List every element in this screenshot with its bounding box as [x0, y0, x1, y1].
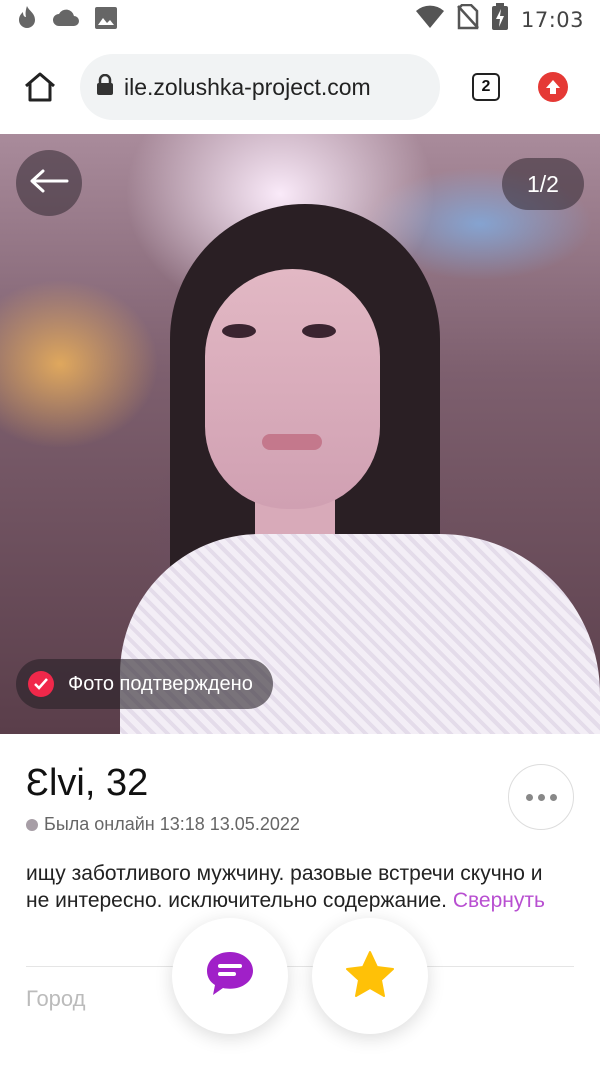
collapse-link[interactable]: Свернуть	[453, 889, 545, 912]
lock-icon	[96, 73, 114, 101]
photo-verified-badge: Фото подтверждено	[16, 659, 273, 709]
status-bar: 17:03	[0, 0, 600, 40]
verified-label: Фото подтверждено	[68, 672, 253, 695]
tab-count: 2	[481, 78, 491, 95]
profile-photo[interactable]	[0, 134, 600, 734]
tab-switcher-button[interactable]: 2	[472, 73, 500, 101]
favorite-button[interactable]	[312, 918, 428, 1034]
arrow-left-icon	[29, 169, 69, 198]
browser-toolbar: ile.zolushka-project.com 2	[0, 40, 600, 134]
url-text: ile.zolushka-project.com	[124, 73, 371, 100]
no-sim-icon	[457, 3, 479, 36]
more-options-button[interactable]	[508, 764, 574, 830]
online-status: Была онлайн 13:18 13.05.2022	[26, 814, 300, 835]
back-button[interactable]	[16, 150, 82, 216]
battery-charging-icon	[491, 3, 509, 37]
city-label: Город	[26, 986, 86, 1011]
chat-bubble-icon	[205, 950, 255, 1003]
star-icon	[345, 950, 395, 1003]
wifi-icon	[415, 5, 445, 35]
more-dots-icon	[525, 793, 533, 801]
photo-counter: 1/2	[502, 158, 584, 210]
image-icon	[94, 6, 118, 35]
update-icon[interactable]	[538, 72, 568, 102]
flame-icon	[16, 5, 38, 36]
address-bar[interactable]: ile.zolushka-project.com	[80, 54, 440, 120]
divider	[26, 966, 574, 967]
about-text: ищу заботливого мужчину. разовые встречи…	[26, 860, 546, 914]
home-icon[interactable]	[22, 69, 58, 105]
message-button[interactable]	[172, 918, 288, 1034]
clock: 17:03	[520, 8, 584, 32]
cloud-icon	[52, 8, 80, 33]
profile-name: Ɛlvi, 32	[26, 762, 149, 804]
status-dot-icon	[26, 818, 38, 831]
profile-info: Ɛlvi, 32 Была онлайн 13:18 13.05.2022 ищ…	[0, 734, 600, 1067]
check-icon	[28, 671, 54, 697]
online-status-text: Была онлайн 13:18 13.05.2022	[44, 814, 300, 834]
